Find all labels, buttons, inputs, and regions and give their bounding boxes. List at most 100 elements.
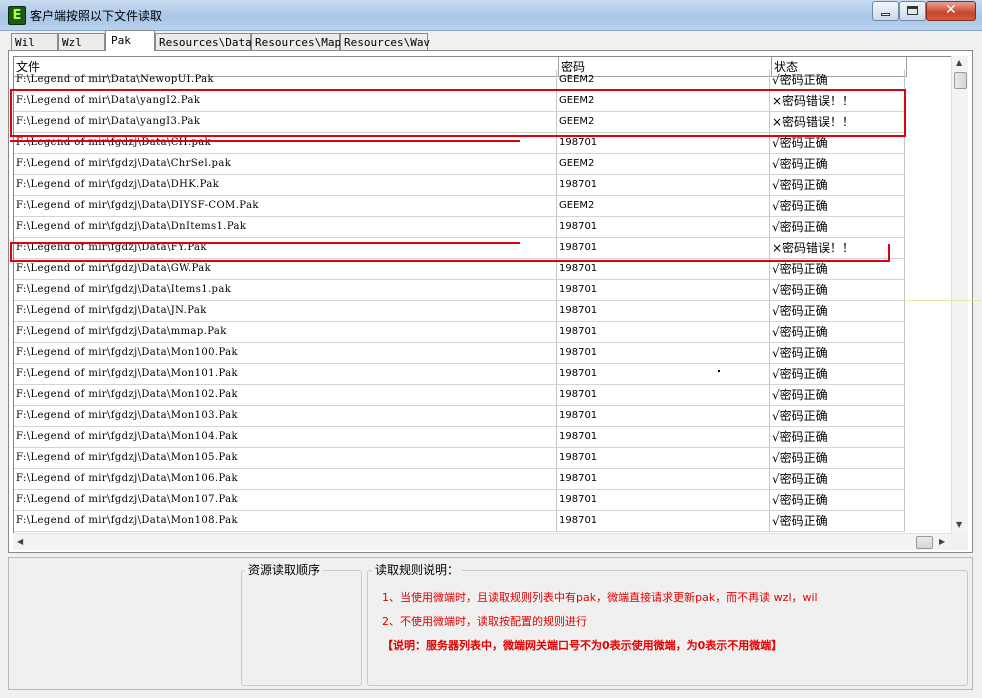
rules-title: 读取规则说明： — [372, 561, 463, 578]
title-bar: E 客户端按照以下文件读取 ✕ — [0, 0, 982, 31]
table-row[interactable]: F:\Legend of mir\fgdzj\Data\Mon105.Pak 19… — [14, 448, 905, 469]
table-row[interactable]: F:\Legend of mir\fgdzj\Data\Mon108.Pak 19… — [14, 511, 905, 532]
file-cell: F:\Legend of mir\fgdzj\Data\Mon102.Pak — [14, 385, 557, 406]
status-cell: √密码正确 — [770, 364, 905, 385]
file-cell: F:\Legend of mir\fgdzj\Data\DnItems1.Pak — [14, 217, 557, 238]
file-cell: F:\Legend of mir\fgdzj\Data\mmap.Pak — [14, 322, 557, 343]
tab-panel: 文件 密码 状态 F:\Legend of mir\Data\NewopUI.P… — [8, 50, 973, 553]
horizontal-scroll-thumb[interactable] — [916, 536, 933, 549]
table-row[interactable]: F:\Legend of mir\fgdzj\Data\GW.Pak 198701… — [14, 259, 905, 280]
tab-resources-wav[interactable]: Resources\Wav — [340, 33, 430, 50]
file-cell: F:\Legend of mir\fgdzj\Data\Items1.pak — [14, 280, 557, 301]
status-cell: √密码正确 — [770, 70, 905, 91]
maximize-button[interactable] — [899, 1, 926, 21]
status-cell: √密码正确 — [770, 301, 905, 322]
table-row[interactable]: F:\Legend of mir\fgdzj\Data\CH.pak 198701… — [14, 133, 905, 154]
password-cell: 198701 — [557, 385, 770, 406]
vertical-scrollbar[interactable]: ▲ ▼ — [951, 56, 968, 533]
file-cell: F:\Legend of mir\fgdzj\Data\Mon108.Pak — [14, 511, 557, 532]
tab-resources-data[interactable]: Resources\Data — [155, 33, 252, 50]
file-cell: F:\Legend of mir\fgdzj\Data\Mon103.Pak — [14, 406, 557, 427]
app-icon: E — [8, 6, 26, 25]
scroll-up-icon[interactable]: ▲ — [956, 58, 962, 67]
status-cell: √密码正确 — [770, 385, 905, 406]
scroll-right-icon[interactable]: ▶ — [939, 537, 945, 546]
table-row[interactable]: F:\Legend of mir\fgdzj\Data\Mon102.Pak 19… — [14, 385, 905, 406]
table-row[interactable]: F:\Legend of mir\fgdzj\Data\JN.Pak 198701… — [14, 301, 905, 322]
password-cell: 198701 — [557, 427, 770, 448]
table-row[interactable]: F:\Legend of mir\fgdzj\Data\Mon101.Pak 19… — [14, 364, 905, 385]
stray-mark — [718, 370, 720, 372]
table-row[interactable]: F:\Legend of mir\fgdzj\Data\Mon106.Pak 19… — [14, 469, 905, 490]
file-cell: F:\Legend of mir\fgdzj\Data\FY.Pak — [14, 238, 557, 259]
status-cell: √密码正确 — [770, 196, 905, 217]
password-cell: 198701 — [557, 175, 770, 196]
status-cell: √密码正确 — [770, 343, 905, 364]
status-cell: √密码正确 — [770, 469, 905, 490]
file-cell: F:\Legend of mir\fgdzj\Data\Mon104.Pak — [14, 427, 557, 448]
rule-1-text: 1、当使用微端时，且读取规则列表中有pak，微端直接请求更新pak，而不再读 w… — [382, 591, 818, 604]
password-cell: 198701 — [557, 469, 770, 490]
table-row[interactable]: F:\Legend of mir\fgdzj\Data\Items1.pak 19… — [14, 280, 905, 301]
password-cell: 198701 — [557, 406, 770, 427]
table-row[interactable]: F:\Legend of mir\fgdzj\Data\Mon104.Pak 19… — [14, 427, 905, 448]
password-cell: 198701 — [557, 301, 770, 322]
scroll-down-icon[interactable]: ▼ — [956, 520, 962, 529]
file-cell: F:\Legend of mir\fgdzj\Data\DIYSF-COM.Pa… — [14, 196, 557, 217]
table-row[interactable]: F:\Legend of mir\fgdzj\Data\FY.Pak 198701… — [14, 238, 905, 259]
status-cell: √密码正确 — [770, 154, 905, 175]
resource-order-title: 资源读取顺序 — [245, 561, 324, 578]
tab-resources-map[interactable]: Resources\Map — [251, 33, 341, 50]
status-cell: √密码正确 — [770, 427, 905, 448]
status-cell: √密码正确 — [770, 133, 905, 154]
password-cell: 198701 — [557, 364, 770, 385]
password-cell: 198701 — [557, 133, 770, 154]
table-row[interactable]: F:\Legend of mir\fgdzj\Data\Mon103.Pak 19… — [14, 406, 905, 427]
minimize-icon — [881, 13, 890, 16]
tab-pak[interactable]: Pak — [105, 30, 155, 51]
status-cell: √密码正确 — [770, 511, 905, 532]
table-row[interactable]: F:\Legend of mir\fgdzj\Data\Mon100.Pak 19… — [14, 343, 905, 364]
bottom-panel: 资源读取顺序 读取规则说明： 1、当使用微端时，且读取规则列表中有pak，微端直… — [8, 557, 973, 690]
password-cell: 198701 — [557, 280, 770, 301]
file-cell: F:\Legend of mir\fgdzj\Data\ChrSel.pak — [14, 154, 557, 175]
file-cell: F:\Legend of mir\fgdzj\Data\Mon106.Pak — [14, 469, 557, 490]
tab-wzl[interactable]: Wzl — [58, 33, 105, 50]
password-cell: GEEM2 — [557, 196, 770, 217]
maximize-icon — [907, 6, 918, 15]
table-row[interactable]: F:\Legend of mir\fgdzj\Data\Mon107.Pak 19… — [14, 490, 905, 511]
table-row[interactable]: F:\Legend of mir\fgdzj\Data\DnItems1.Pak… — [14, 217, 905, 238]
table-row[interactable]: F:\Legend of mir\fgdzj\Data\ChrSel.pak GE… — [14, 154, 905, 175]
close-icon: ✕ — [945, 2, 957, 18]
table-row[interactable]: F:\Legend of mir\fgdzj\Data\DIYSF-COM.Pa… — [14, 196, 905, 217]
close-button[interactable]: ✕ — [926, 1, 976, 21]
file-cell: F:\Legend of mir\fgdzj\Data\Mon101.Pak — [14, 364, 557, 385]
file-cell: F:\Legend of mir\fgdzj\Data\Mon100.Pak — [14, 343, 557, 364]
table-row[interactable]: F:\Legend of mir\Data\yangI2.Pak GEEM2 ×密码… — [14, 91, 905, 112]
status-cell: √密码正确 — [770, 406, 905, 427]
tab-wil[interactable]: Wil — [11, 33, 58, 50]
table-row[interactable]: F:\Legend of mir\fgdzj\Data\DHK.Pak 19870… — [14, 175, 905, 196]
password-cell: 198701 — [557, 259, 770, 280]
scroll-left-icon[interactable]: ◀ — [17, 537, 23, 546]
resource-order-group — [241, 570, 362, 686]
password-cell: GEEM2 — [557, 91, 770, 112]
file-cell: F:\Legend of mir\Data\yangI2.Pak — [14, 91, 557, 112]
password-cell: 198701 — [557, 322, 770, 343]
table-row[interactable]: F:\Legend of mir\Data\yangI3.Pak GEEM2 ×密码… — [14, 112, 905, 133]
file-cell: F:\Legend of mir\fgdzj\Data\JN.Pak — [14, 301, 557, 322]
password-cell: GEEM2 — [557, 70, 770, 91]
table-row[interactable]: F:\Legend of mir\fgdzj\Data\mmap.Pak 1987… — [14, 322, 905, 343]
status-cell: √密码正确 — [770, 448, 905, 469]
file-cell: F:\Legend of mir\fgdzj\Data\CH.pak — [14, 133, 557, 154]
password-cell: 198701 — [557, 238, 770, 259]
file-grid[interactable]: 文件 密码 状态 F:\Legend of mir\Data\NewopUI.P… — [13, 56, 952, 534]
status-cell: √密码正确 — [770, 175, 905, 196]
horizontal-scrollbar[interactable]: ◀ ▶ — [13, 533, 951, 550]
vertical-scroll-thumb[interactable] — [954, 72, 967, 89]
rule-note-text: 【说明：服务器列表中，微端网关端口号不为0表示使用微端，为0表示不用微端】 — [382, 639, 783, 652]
status-cell: √密码正确 — [770, 490, 905, 511]
file-cell: F:\Legend of mir\fgdzj\Data\Mon105.Pak — [14, 448, 557, 469]
minimize-button[interactable] — [872, 1, 899, 21]
file-cell: F:\Legend of mir\fgdzj\Data\Mon107.Pak — [14, 490, 557, 511]
